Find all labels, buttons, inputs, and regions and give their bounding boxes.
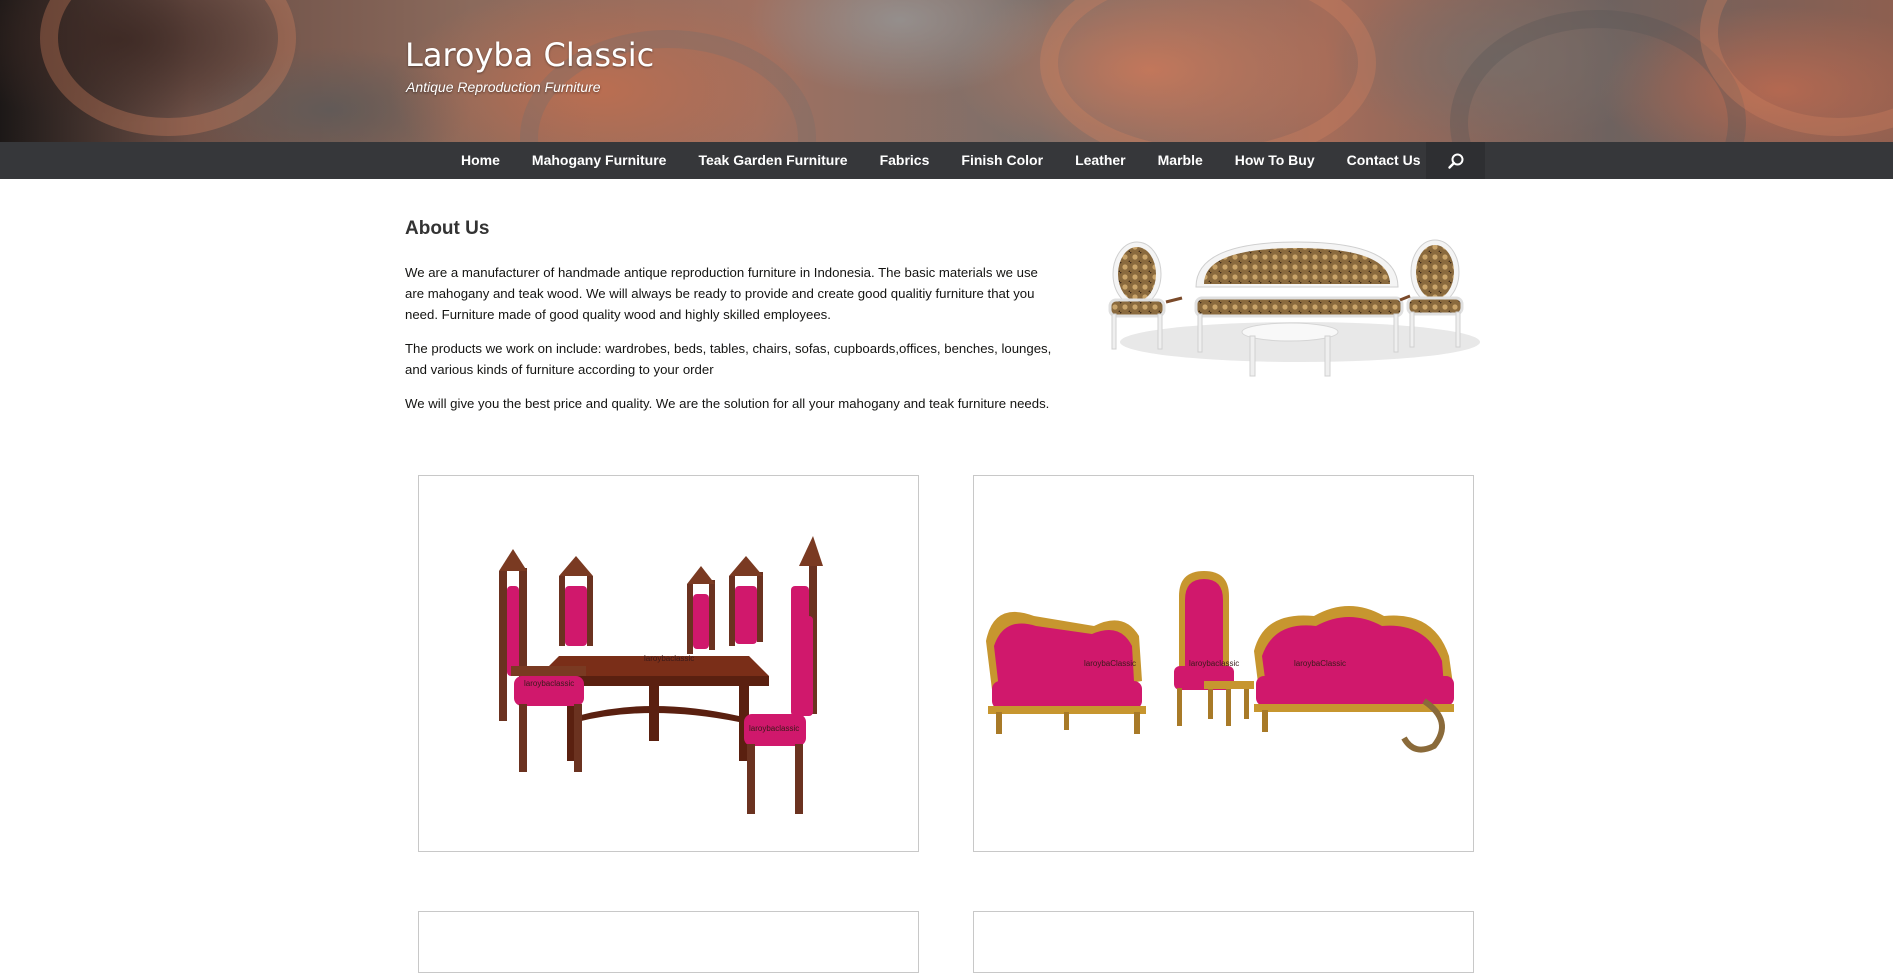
site-header: Laroyba Classic Antique Reproduction Fur… xyxy=(0,0,1893,142)
about-text: We are a manufacturer of handmade antiqu… xyxy=(405,262,1060,427)
watermark-text: laroybaclassic xyxy=(644,654,694,663)
watermark-text: laroybaClassic xyxy=(1294,659,1346,668)
main-navigation: Home Mahogany Furniture Teak Garden Furn… xyxy=(0,142,1893,179)
about-title: About Us xyxy=(405,218,490,239)
nav-item-mahogany-furniture[interactable]: Mahogany Furniture xyxy=(516,142,683,179)
watermark-text: laroybaclassic xyxy=(524,679,574,688)
about-paragraph: We will give you the best price and qual… xyxy=(405,396,1050,411)
nav-item-how-to-buy[interactable]: How To Buy xyxy=(1219,142,1331,179)
watermark-text: laroybaclassic xyxy=(749,724,799,733)
about-paragraph: The products we work on include: wardrob… xyxy=(405,341,1052,377)
about-paragraph: We are a manufacturer of handmade antiqu… xyxy=(405,265,1038,322)
site-title[interactable]: Laroyba Classic xyxy=(405,36,654,74)
nav-item-home[interactable]: Home xyxy=(445,142,516,179)
nav-item-leather[interactable]: Leather xyxy=(1059,142,1142,179)
dining-set-image: laroybaclassic laroybaclassic laroybacla… xyxy=(499,536,823,814)
search-toggle-button[interactable] xyxy=(1426,142,1485,179)
nav-item-fabrics[interactable]: Fabrics xyxy=(864,142,946,179)
site-description: Antique Reproduction Furniture xyxy=(406,79,601,95)
product-frame[interactable] xyxy=(418,911,919,973)
sofa-set-image xyxy=(1108,239,1480,377)
watermark-text: laroybaclassic xyxy=(1189,659,1239,668)
product-frame[interactable] xyxy=(973,911,1474,973)
watermark-text: laroybaClassic xyxy=(1084,659,1136,668)
header-ornament xyxy=(40,0,296,136)
nav-item-finish-color[interactable]: Finish Color xyxy=(945,142,1059,179)
product-sofa-set[interactable]: laroybaClassic laroybaclassic laroybaCla… xyxy=(973,475,1474,852)
pink-sofa-set-image: laroybaClassic laroybaclassic laroybaCla… xyxy=(986,571,1454,753)
nav-item-teak-garden-furniture[interactable]: Teak Garden Furniture xyxy=(682,142,863,179)
nav-item-marble[interactable]: Marble xyxy=(1142,142,1219,179)
header-ornament xyxy=(1040,0,1376,142)
search-icon xyxy=(1447,153,1463,169)
nav-item-contact-us[interactable]: Contact Us xyxy=(1331,142,1437,179)
product-dining-set[interactable]: laroybaclassic laroybaclassic laroybacla… xyxy=(418,475,919,852)
nav-menu: Home Mahogany Furniture Teak Garden Furn… xyxy=(445,142,1437,179)
